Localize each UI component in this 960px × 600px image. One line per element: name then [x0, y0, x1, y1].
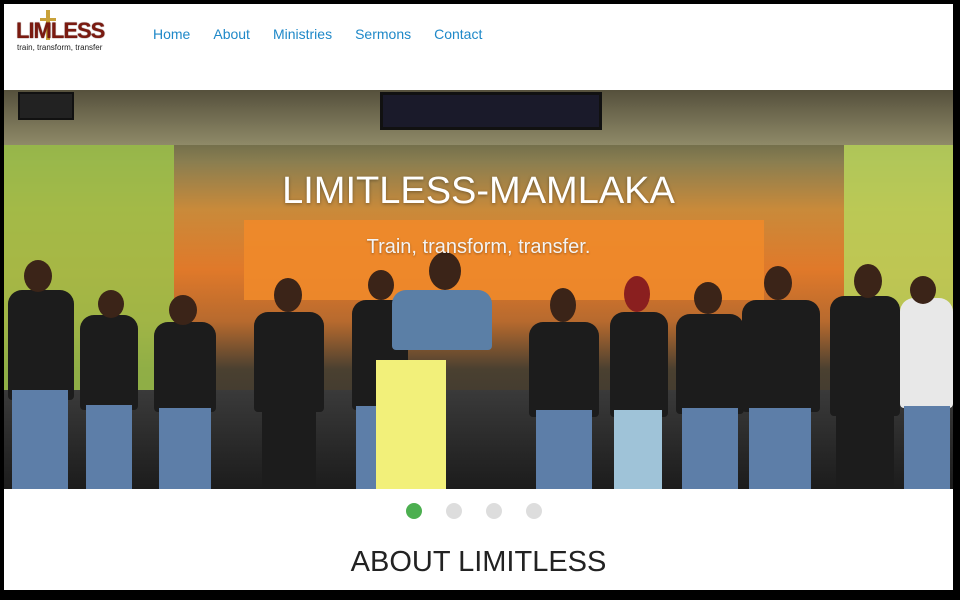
carousel-dot-1[interactable] — [406, 503, 422, 519]
hero-person-legs — [12, 390, 68, 489]
carousel-indicators — [406, 503, 566, 519]
hero-bg-orange-wall — [244, 220, 764, 300]
hero-person-head — [854, 264, 882, 298]
main-nav: Home About Ministries Sermons Contact — [153, 26, 505, 42]
hero-title: LIMITLESS-MAMLAKA — [282, 170, 675, 212]
hero-person-legs — [749, 408, 811, 489]
logo[interactable]: LIMLESS train, transform, transfer — [16, 10, 105, 52]
hero-person — [8, 290, 74, 400]
logo-word: LIMLESS — [16, 18, 105, 43]
hero-person-legs — [836, 410, 894, 489]
hero-person — [154, 322, 216, 412]
hero-person-head — [98, 290, 124, 318]
hero-person — [529, 322, 599, 417]
about-heading: ABOUT LIMITLESS — [350, 546, 607, 578]
hero-person-head — [550, 288, 576, 322]
hero-carousel-slide: LIMITLESS-MAMLAKA Train, transform, tran… — [4, 90, 953, 489]
nav-sermons[interactable]: Sermons — [355, 26, 411, 42]
nav-home[interactable]: Home — [153, 26, 190, 42]
hero-person — [830, 296, 900, 416]
hero-person-head — [24, 260, 52, 292]
hero-person-legs — [262, 406, 316, 489]
hero-person — [900, 298, 953, 408]
hero-person-head — [274, 278, 302, 312]
nav-about[interactable]: About — [213, 26, 250, 42]
nav-ministries[interactable]: Ministries — [273, 26, 332, 42]
carousel-dot-2[interactable] — [446, 503, 462, 519]
page-bottom-edge — [0, 590, 960, 600]
hero-bg-tv-left — [18, 92, 74, 120]
nav-contact[interactable]: Contact — [434, 26, 482, 42]
hero-person-legs — [536, 410, 592, 489]
hero-person — [610, 312, 668, 417]
hero-person — [80, 315, 138, 410]
hero-person — [676, 314, 744, 414]
hero-person — [254, 312, 324, 412]
hero-person-head — [764, 266, 792, 300]
hero-person-head — [694, 282, 722, 314]
hero-person-head — [624, 276, 650, 312]
hero-person-legs — [86, 405, 132, 489]
carousel-dot-4[interactable] — [526, 503, 542, 519]
carousel-dot-3[interactable] — [486, 503, 502, 519]
logo-tagline: train, transform, transfer — [17, 43, 103, 52]
hero-person-legs — [614, 410, 662, 489]
hero-bg-tv-screen — [380, 92, 602, 130]
hero-person-head — [910, 276, 936, 304]
navbar: LIMLESS train, transform, transfer Home … — [4, 4, 953, 89]
hero-subtitle: Train, transform, transfer. — [366, 236, 591, 258]
hero-person-legs — [904, 406, 950, 489]
hero-person-head — [368, 270, 394, 300]
hero-person-legs — [682, 408, 738, 489]
hero-podium — [376, 360, 446, 489]
hero-speaker — [392, 290, 492, 350]
hero-person-head — [169, 295, 197, 325]
hero-person — [742, 300, 820, 412]
hero-person-legs — [159, 408, 211, 489]
